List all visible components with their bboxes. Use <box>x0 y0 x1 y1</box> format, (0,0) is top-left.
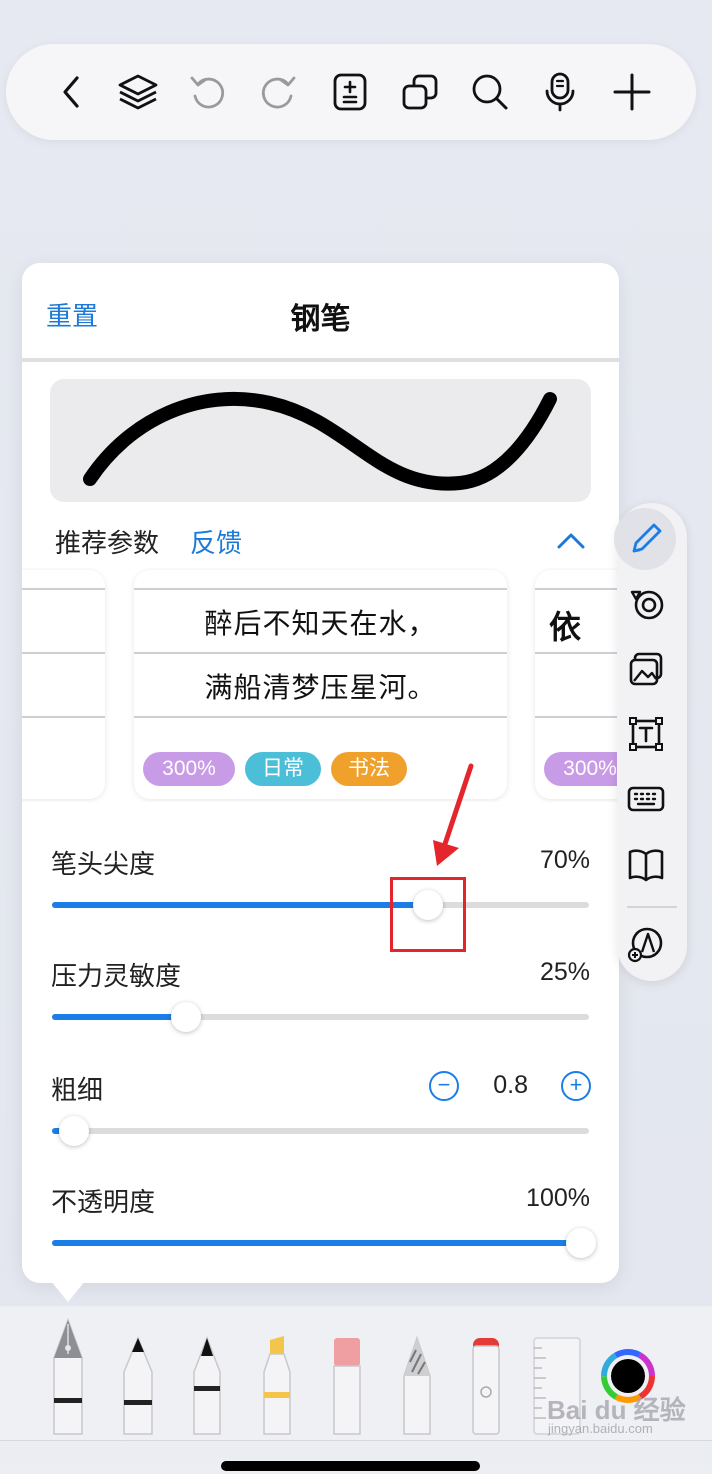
slider-knob[interactable] <box>171 1002 201 1032</box>
tag-size: 300% <box>544 752 619 786</box>
tag-calligraphy: 书法 <box>331 752 407 786</box>
panel-title: 钢笔 <box>290 303 351 336</box>
decrease-thickness-button[interactable]: − <box>429 1071 459 1101</box>
pencil-icon[interactable] <box>402 1336 432 1436</box>
preset-card[interactable] <box>22 570 105 799</box>
tip-sharpness-value: 70% <box>539 846 590 874</box>
pen-icon[interactable] <box>617 510 674 567</box>
tag-daily: 日常 <box>245 752 321 786</box>
book-icon[interactable] <box>617 835 674 892</box>
page-adjust-icon[interactable] <box>326 68 374 116</box>
add-icon[interactable] <box>608 68 656 116</box>
increase-thickness-button[interactable]: + <box>561 1071 591 1101</box>
annotation-arrow-icon <box>433 763 474 866</box>
duplicate-icon[interactable] <box>396 68 444 116</box>
slider-knob[interactable] <box>566 1228 596 1258</box>
keyboard-icon[interactable] <box>617 770 674 827</box>
undo-icon[interactable] <box>184 68 232 116</box>
ballpoint-pen-icon[interactable] <box>122 1336 154 1436</box>
pressure-sensitivity-value: 25% <box>539 958 590 986</box>
pressure-sensitivity-slider[interactable] <box>52 1002 589 1032</box>
annotation-highlight-box <box>390 877 466 952</box>
sample-text-line-1: 依 <box>549 608 583 646</box>
preset-card[interactable]: 依 300% <box>535 570 619 799</box>
tray-divider <box>0 1440 712 1441</box>
marker-icon[interactable] <box>470 1336 502 1436</box>
thickness-value: 0.8 <box>493 1071 528 1099</box>
tip-sharpness-slider[interactable] <box>52 890 589 920</box>
stroke-preview-curve <box>83 392 557 491</box>
back-chevron-icon[interactable] <box>48 68 96 116</box>
title-divider <box>22 358 619 362</box>
top-toolbar <box>6 44 696 140</box>
slider-fill <box>52 1014 186 1020</box>
feedback-link[interactable]: 反馈 <box>190 523 242 560</box>
slider-knob[interactable] <box>59 1116 89 1146</box>
add-tool-icon[interactable] <box>617 915 674 972</box>
thickness-label: 粗细 <box>51 1075 104 1105</box>
fineliner-pen-icon[interactable] <box>192 1336 222 1436</box>
recommended-params-label: 推荐参数 <box>55 528 160 558</box>
image-icon[interactable] <box>617 640 674 697</box>
slider-fill <box>52 902 428 908</box>
panel-pointer <box>50 1280 86 1302</box>
sample-text-line-2: 满船清梦压星河。 <box>204 671 437 704</box>
tip-sharpness-label: 笔头尖度 <box>51 849 156 879</box>
sample-text-line-1: 醉后不知天在水， <box>204 607 437 640</box>
stroke-preview <box>50 379 591 502</box>
search-icon[interactable] <box>466 68 514 116</box>
slider-fill <box>52 1240 589 1246</box>
redo-icon[interactable] <box>254 68 302 116</box>
layers-icon[interactable] <box>114 68 162 116</box>
opacity-value: 100% <box>526 1184 590 1212</box>
opacity-label: 不透明度 <box>51 1187 156 1217</box>
fountain-pen-icon[interactable] <box>48 1318 88 1436</box>
shapes-icon[interactable] <box>617 575 674 632</box>
chevron-up-icon[interactable] <box>556 526 586 556</box>
textbox-icon[interactable] <box>617 705 674 762</box>
home-indicator[interactable] <box>221 1461 480 1471</box>
tag-size: 300% <box>143 752 235 786</box>
opacity-slider[interactable] <box>52 1228 596 1258</box>
highlighter-icon[interactable] <box>262 1336 292 1436</box>
preset-cards-strip[interactable]: 醉后不知天在水， 满船清梦压星河。 300% 日常 书法 依 300% <box>22 568 619 802</box>
watermark-url: jingyan.baidu.com <box>548 1421 653 1436</box>
microphone-icon[interactable] <box>536 68 584 116</box>
rail-divider <box>627 906 677 908</box>
thickness-slider[interactable] <box>52 1116 589 1146</box>
pressure-sensitivity-label: 压力灵敏度 <box>51 961 182 991</box>
eraser-icon[interactable] <box>332 1336 362 1436</box>
